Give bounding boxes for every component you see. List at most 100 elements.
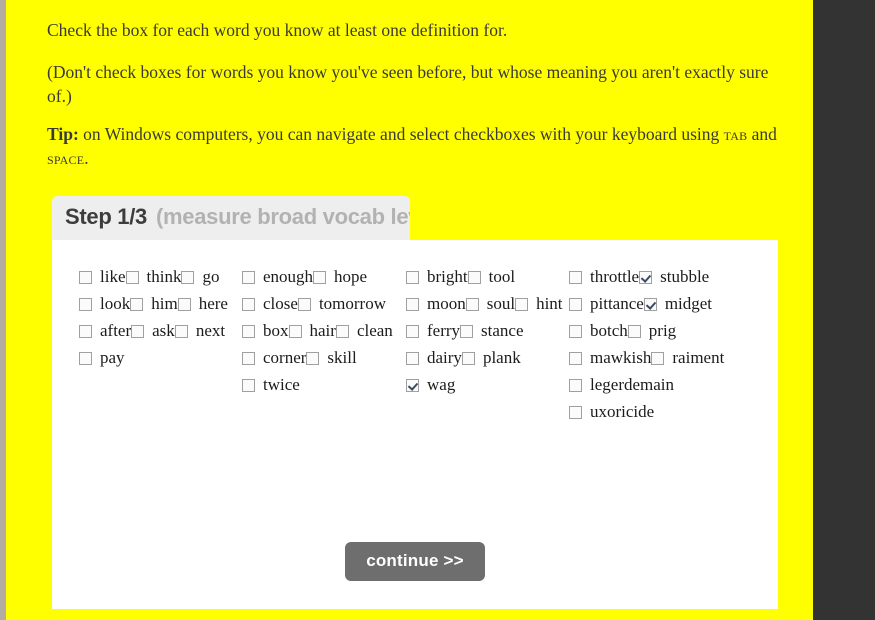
checkbox-corner[interactable] bbox=[242, 352, 255, 365]
word-row[interactable]: look bbox=[79, 294, 130, 313]
word-row[interactable]: ferry bbox=[406, 321, 460, 340]
checkbox-ask[interactable] bbox=[131, 325, 145, 338]
word-row[interactable]: throttle bbox=[569, 267, 639, 286]
tip-text-part-1: on Windows computers, you can navigate a… bbox=[78, 124, 724, 144]
checkbox-ferry[interactable] bbox=[406, 325, 419, 338]
checkbox-hair[interactable] bbox=[288, 325, 302, 338]
checkbox-skill[interactable] bbox=[306, 352, 320, 365]
checkbox-pittance[interactable] bbox=[569, 298, 582, 311]
word-row[interactable]: dairy bbox=[406, 348, 462, 367]
checkbox-hint[interactable] bbox=[515, 298, 529, 311]
word-label: stubble bbox=[660, 267, 710, 286]
word-row[interactable]: like bbox=[79, 267, 126, 286]
word-label: uxoricide bbox=[590, 402, 655, 421]
word-label: dairy bbox=[427, 348, 462, 367]
checkbox-stance[interactable] bbox=[460, 325, 474, 338]
checkbox-here[interactable] bbox=[177, 298, 191, 311]
word-row[interactable]: after bbox=[79, 321, 131, 340]
word-row[interactable]: box bbox=[242, 321, 289, 340]
checkbox-tomorrow[interactable] bbox=[297, 298, 311, 311]
word-row[interactable]: legerdemain bbox=[569, 375, 674, 394]
word-row[interactable]: clean bbox=[335, 321, 393, 340]
word-label: pay bbox=[100, 348, 125, 367]
checkbox-raiment[interactable] bbox=[651, 352, 665, 365]
word-row[interactable]: moon bbox=[406, 294, 466, 313]
word-row[interactable]: pittance bbox=[569, 294, 644, 313]
checkbox-wag[interactable] bbox=[406, 379, 419, 392]
word-row[interactable]: twice bbox=[242, 375, 300, 394]
instruction-line-parenthetical: (Don't check boxes for words you know yo… bbox=[47, 60, 777, 108]
word-row[interactable]: wag bbox=[406, 375, 455, 394]
word-row[interactable]: enough bbox=[242, 267, 313, 286]
word-row[interactable]: corner bbox=[242, 348, 306, 367]
word-label: go bbox=[202, 267, 220, 286]
checkbox-enough[interactable] bbox=[242, 271, 255, 284]
word-row[interactable]: pay bbox=[79, 348, 125, 367]
word-row[interactable]: him bbox=[130, 294, 178, 313]
checkbox-soul[interactable] bbox=[465, 298, 479, 311]
word-row[interactable]: botch bbox=[569, 321, 628, 340]
word-row[interactable]: stubble bbox=[639, 267, 709, 286]
word-selection-panel: like think go look him here after ask next pay eno… bbox=[52, 240, 778, 609]
checkbox-go[interactable] bbox=[181, 271, 195, 284]
word-row[interactable]: here bbox=[177, 294, 228, 313]
checkbox-legerdemain[interactable] bbox=[569, 379, 582, 392]
checkbox-twice[interactable] bbox=[242, 379, 255, 392]
word-row[interactable]: tomorrow bbox=[297, 294, 386, 313]
checkbox-hope[interactable] bbox=[313, 271, 327, 284]
checkbox-dairy[interactable] bbox=[406, 352, 419, 365]
word-row[interactable]: bright bbox=[406, 267, 468, 286]
instruction-primary-text: Check the box for each word you know at … bbox=[47, 20, 508, 40]
checkbox-him[interactable] bbox=[130, 298, 144, 311]
checkbox-pay[interactable] bbox=[79, 352, 92, 365]
checkbox-next[interactable] bbox=[174, 325, 188, 338]
word-row[interactable]: go bbox=[181, 267, 219, 286]
checkbox-close[interactable] bbox=[242, 298, 255, 311]
checkbox-like[interactable] bbox=[79, 271, 92, 284]
word-row[interactable]: plank bbox=[461, 348, 521, 367]
checkbox-throttle[interactable] bbox=[569, 271, 582, 284]
word-label: botch bbox=[590, 321, 628, 340]
checkbox-stubble[interactable] bbox=[639, 271, 653, 284]
word-label: box bbox=[263, 321, 289, 340]
checkbox-prig[interactable] bbox=[627, 325, 641, 338]
word-row[interactable]: hope bbox=[313, 267, 367, 286]
checkbox-tool[interactable] bbox=[467, 271, 481, 284]
word-row[interactable]: stance bbox=[460, 321, 524, 340]
word-row[interactable]: ask bbox=[131, 321, 175, 340]
word-row[interactable]: tool bbox=[467, 267, 515, 286]
checkbox-plank[interactable] bbox=[461, 352, 475, 365]
checkbox-after[interactable] bbox=[79, 325, 92, 338]
word-row[interactable]: prig bbox=[627, 321, 676, 340]
word-row[interactable]: think bbox=[125, 267, 181, 286]
checkbox-botch[interactable] bbox=[569, 325, 582, 338]
word-row[interactable]: uxoricide bbox=[569, 402, 654, 421]
word-label: tool bbox=[488, 267, 516, 286]
checkbox-clean[interactable] bbox=[335, 325, 349, 338]
checkbox-uxoricide[interactable] bbox=[569, 406, 582, 419]
word-row[interactable]: soul bbox=[465, 294, 515, 313]
instruction-parenthetical-text: (Don't check boxes for words you know yo… bbox=[47, 62, 769, 106]
word-row[interactable]: mawkish bbox=[569, 348, 651, 367]
checkbox-mawkish[interactable] bbox=[569, 352, 582, 365]
word-row[interactable]: raiment bbox=[651, 348, 724, 367]
tip-text-part-2: and bbox=[747, 124, 777, 144]
checkbox-box[interactable] bbox=[242, 325, 255, 338]
word-row[interactable]: midget bbox=[643, 294, 712, 313]
word-row[interactable]: hint bbox=[515, 294, 563, 313]
checkbox-midget[interactable] bbox=[643, 298, 657, 311]
word-label: stance bbox=[481, 321, 524, 340]
word-row[interactable]: next bbox=[174, 321, 225, 340]
checkbox-think[interactable] bbox=[125, 271, 139, 284]
word-column-2: enough hope close tomorrow box hair clean corne… bbox=[242, 264, 405, 399]
checkbox-look[interactable] bbox=[79, 298, 92, 311]
word-row[interactable]: hair bbox=[288, 321, 336, 340]
word-row[interactable]: skill bbox=[306, 348, 357, 367]
word-label: skill bbox=[327, 348, 357, 367]
continue-button[interactable]: continue >> bbox=[345, 542, 485, 581]
checkbox-bright[interactable] bbox=[406, 271, 419, 284]
step-progress-label: Step 1/3 bbox=[65, 204, 147, 229]
checkbox-moon[interactable] bbox=[406, 298, 419, 311]
word-row[interactable]: close bbox=[242, 294, 298, 313]
tip-text-part-3: . bbox=[84, 148, 89, 168]
